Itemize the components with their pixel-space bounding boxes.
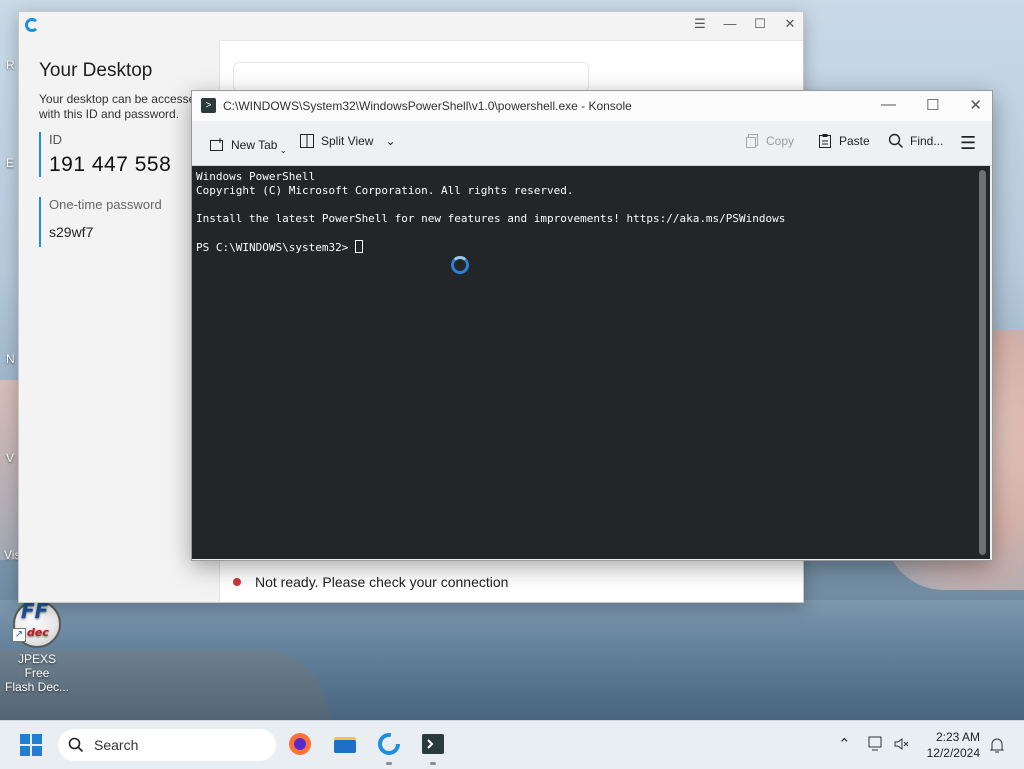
menu-icon[interactable]: ☰ bbox=[693, 16, 707, 32]
running-indicator bbox=[386, 762, 392, 765]
password-label: One-time password bbox=[49, 197, 162, 212]
desktop-icon-label-partial[interactable]: N bbox=[6, 352, 15, 366]
start-button[interactable] bbox=[20, 734, 42, 756]
hamburger-menu-icon[interactable]: ☰ bbox=[960, 133, 976, 154]
id-value[interactable]: 191 447 558 bbox=[49, 153, 171, 177]
remote-desktop-sidebar: Your Desktop Your desktop can be accesse… bbox=[19, 40, 220, 602]
split-view-button[interactable]: Split View ⌄ bbox=[299, 133, 396, 149]
network-icon[interactable] bbox=[867, 736, 885, 752]
terminal-scrollbar[interactable] bbox=[979, 170, 986, 555]
desktop-icon-label-partial[interactable]: V bbox=[6, 451, 14, 465]
loading-spinner-icon bbox=[451, 256, 469, 274]
konsole-taskbar-icon[interactable] bbox=[421, 732, 445, 756]
konsole-titlebar[interactable]: > C:\WINDOWS\System32\WindowsPowerShell\… bbox=[192, 91, 992, 121]
search-icon bbox=[888, 133, 903, 148]
desktop-icon-jpexs[interactable]: FF dec JPEXS Free Flash Dec... bbox=[4, 600, 70, 694]
copy-label: Copy bbox=[766, 134, 795, 148]
paste-button[interactable]: Paste bbox=[817, 133, 870, 149]
minimize-button[interactable]: — bbox=[881, 96, 896, 114]
desktop-icon-label: JPEXS Free bbox=[17, 652, 56, 680]
konsole-window: > C:\WINDOWS\System32\WindowsPowerShell\… bbox=[191, 90, 993, 561]
remote-desktop-titlebar[interactable]: ☰ — ☐ ✕ bbox=[19, 12, 803, 41]
paste-label: Paste bbox=[839, 134, 870, 148]
control-remote-card bbox=[233, 62, 589, 92]
id-label: ID bbox=[49, 132, 62, 147]
speaker-muted-icon[interactable] bbox=[893, 736, 909, 752]
copy-button[interactable]: Copy bbox=[744, 133, 794, 149]
chevron-up-icon[interactable]: ⌃ bbox=[838, 735, 851, 753]
chevron-down-icon[interactable]: ⌄ bbox=[385, 134, 395, 148]
terminal-area[interactable]: Windows PowerShell Copyright (C) Microso… bbox=[192, 166, 990, 559]
terminal-icon: > bbox=[201, 98, 216, 113]
remote-desktop-app-icon[interactable] bbox=[377, 732, 401, 756]
terminal-line: Copyright (C) Microsoft Corporation. All… bbox=[196, 184, 574, 197]
close-button[interactable]: ✕ bbox=[783, 16, 797, 32]
status-text: Not ready. Please check your connection bbox=[255, 574, 509, 590]
shortcut-arrow-icon: ↗ bbox=[12, 628, 26, 642]
terminal-line: Install the latest PowerShell for new fe… bbox=[196, 212, 786, 225]
terminal-cursor bbox=[354, 240, 363, 253]
terminal-prompt: PS C:\WINDOWS\system32> bbox=[196, 241, 355, 254]
close-button[interactable]: ✕ bbox=[969, 96, 982, 114]
find-button[interactable]: Find... bbox=[888, 133, 943, 149]
search-placeholder: Search bbox=[94, 737, 139, 753]
chevron-down-icon: ⌄ bbox=[279, 145, 288, 155]
your-desktop-heading: Your Desktop bbox=[39, 60, 153, 81]
minimize-button[interactable]: — bbox=[723, 16, 737, 32]
id-field: ID 191 447 558 bbox=[39, 132, 171, 177]
maximize-button[interactable]: ☐ bbox=[753, 16, 767, 32]
taskbar-clock[interactable]: 2:23 AM 12/2/2024 bbox=[927, 729, 980, 761]
terminal-line: Windows PowerShell bbox=[196, 170, 316, 183]
running-indicator bbox=[430, 762, 436, 765]
file-explorer-icon[interactable] bbox=[333, 732, 357, 756]
find-label: Find... bbox=[910, 134, 944, 148]
new-tab-button[interactable]: New Tab ⌄ bbox=[209, 133, 287, 156]
status-dot-icon bbox=[233, 578, 241, 586]
copy-icon bbox=[746, 134, 758, 148]
firefox-icon[interactable] bbox=[288, 732, 312, 756]
terminal-output: Windows PowerShell Copyright (C) Microso… bbox=[192, 166, 990, 259]
maximize-button[interactable]: ☐ bbox=[926, 96, 939, 114]
desktop-icon-label: Flash Dec... bbox=[4, 680, 70, 694]
new-tab-label: New Tab bbox=[231, 137, 278, 152]
taskbar: Search ⌃ 2:23 AM 12/2/2024 bbox=[0, 720, 1024, 769]
window-title: C:\WINDOWS\System32\WindowsPowerShell\v1… bbox=[223, 99, 632, 113]
desktop-icon-label-partial[interactable]: R bbox=[6, 58, 15, 72]
date: 12/2/2024 bbox=[926, 746, 980, 760]
notifications-bell-icon[interactable] bbox=[989, 736, 1005, 754]
password-value[interactable]: s29wf7 bbox=[49, 224, 162, 240]
remote-desktop-logo-icon bbox=[25, 18, 39, 32]
paste-icon bbox=[819, 134, 831, 148]
split-view-label: Split View bbox=[321, 134, 374, 148]
konsole-toolbar: New Tab ⌄ Split View ⌄ Copy Paste Find..… bbox=[192, 121, 992, 166]
desktop-icon-label-partial[interactable]: E bbox=[6, 156, 14, 170]
password-field: One-time password s29wf7 bbox=[39, 197, 162, 247]
connection-status: Not ready. Please check your connection bbox=[233, 574, 508, 590]
taskbar-search[interactable]: Search bbox=[58, 729, 276, 761]
new-tab-icon bbox=[210, 137, 223, 151]
split-view-icon bbox=[300, 134, 314, 148]
time: 2:23 AM bbox=[935, 730, 980, 744]
windows-logo-icon bbox=[20, 734, 30, 744]
search-icon bbox=[68, 737, 84, 753]
